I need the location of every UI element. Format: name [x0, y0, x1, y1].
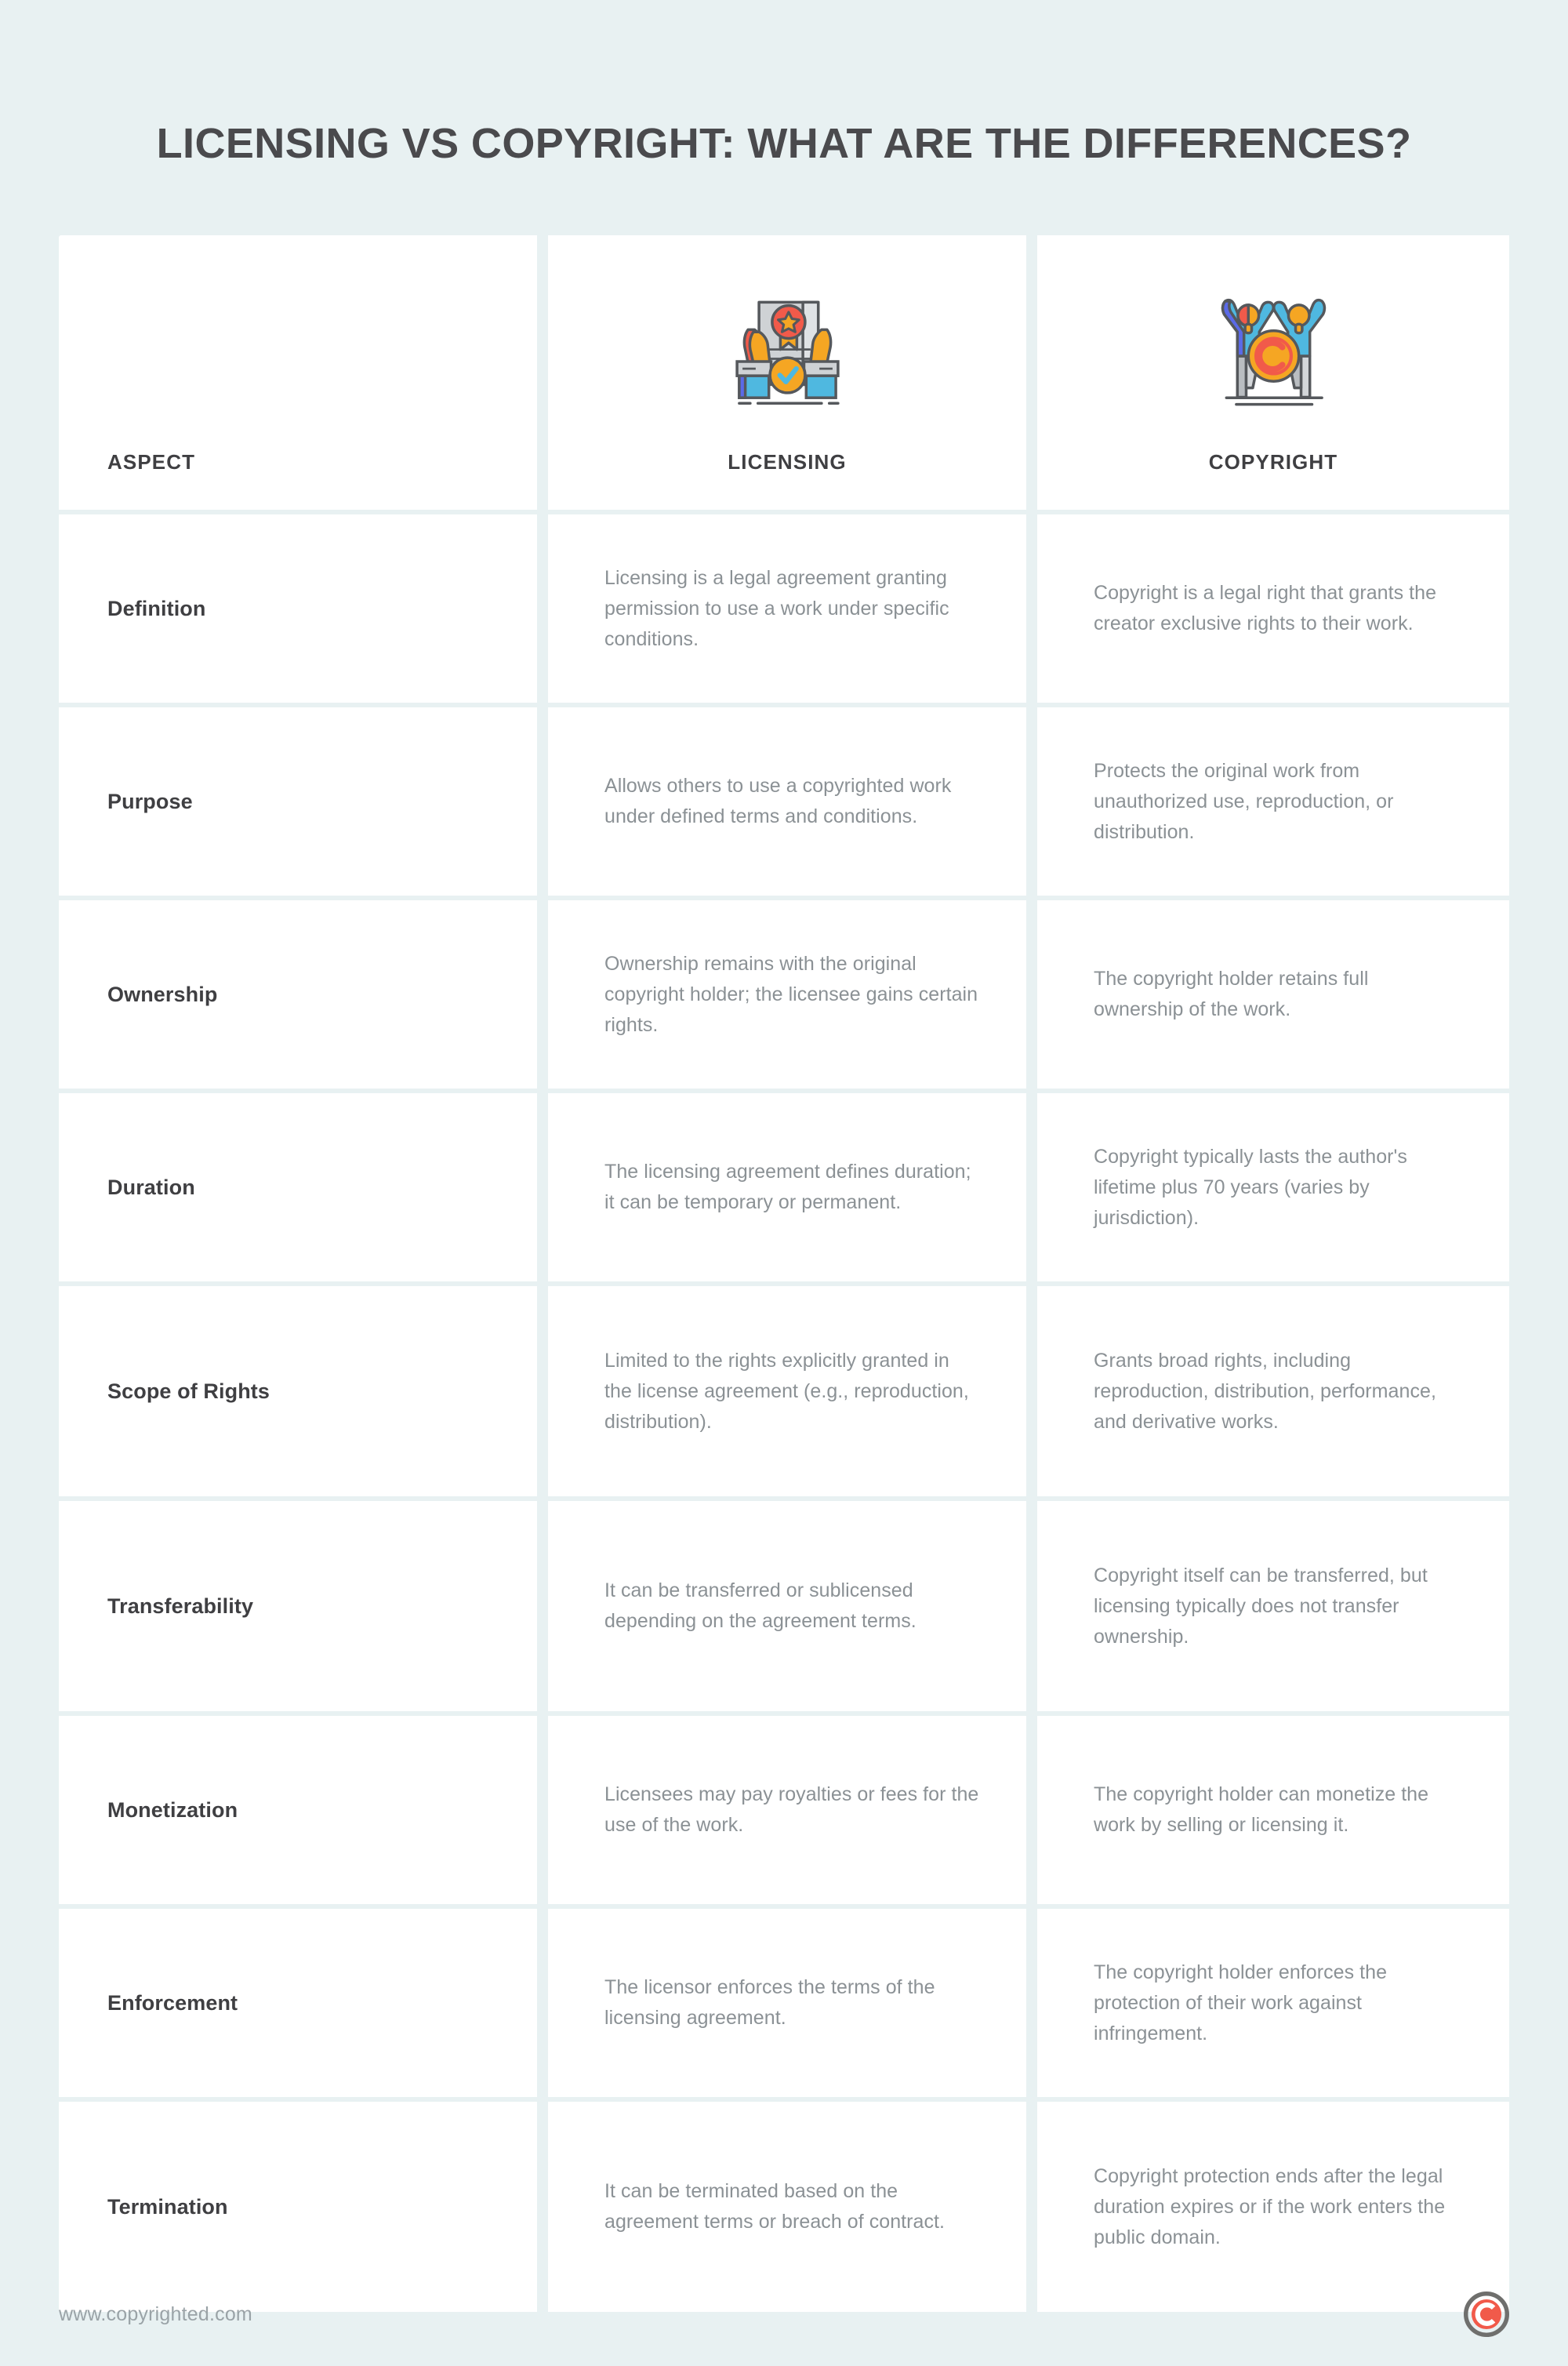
licensing-text: Limited to the rights explicitly granted… [604, 1349, 969, 1433]
row-licensing-cell: Limited to the rights explicitly granted… [548, 1286, 1026, 1496]
column-header-aspect: ASPECT [107, 450, 196, 474]
copyright-text: Copyright itself can be transferred, but… [1094, 1564, 1428, 1648]
table-row: Termination It can be terminated based o… [59, 2102, 1509, 2312]
table-row: Purpose Allows others to use a copyright… [59, 707, 1509, 896]
certificate-in-hands-icon [697, 273, 877, 422]
row-aspect-cell: Ownership [59, 900, 537, 1089]
aspect-label: Ownership [107, 982, 218, 1006]
aspect-label: Scope of Rights [107, 1379, 270, 1403]
table-row: Enforcement The licensor enforces the te… [59, 1909, 1509, 2097]
column-header-copyright: COPYRIGHT [1208, 450, 1338, 474]
copyrighted-logo-icon[interactable] [1464, 2291, 1509, 2337]
table-row: Duration The licensing agreement defines… [59, 1093, 1509, 1281]
copyright-text: Protects the original work from unauthor… [1094, 759, 1394, 843]
row-copyright-cell: Copyright itself can be transferred, but… [1037, 1501, 1509, 1711]
comparison-table: ASPECT LICENSING COPYRIGHT Definition Li… [59, 235, 1509, 2312]
licensing-header-inner: LICENSING [548, 235, 1026, 510]
aspect-label: Definition [107, 596, 206, 620]
row-licensing-cell: Licensing is a legal agreement granting … [548, 514, 1026, 703]
header-cell-licensing: LICENSING [548, 235, 1026, 510]
licensing-text: Ownership remains with the original copy… [604, 952, 978, 1036]
row-aspect-cell: Duration [59, 1093, 537, 1281]
table-row: Definition Licensing is a legal agreemen… [59, 514, 1509, 703]
row-copyright-cell: Copyright protection ends after the lega… [1037, 2102, 1509, 2312]
row-licensing-cell: It can be terminated based on the agreem… [548, 2102, 1026, 2312]
row-copyright-cell: Copyright is a legal right that grants t… [1037, 514, 1509, 703]
copyright-text: Copyright typically lasts the author's l… [1094, 1145, 1407, 1229]
copyright-text: Copyright is a legal right that grants t… [1094, 582, 1437, 634]
copyright-text: The copyright holder retains full owners… [1094, 968, 1369, 1020]
row-copyright-cell: The copyright holder enforces the protec… [1037, 1909, 1509, 2097]
row-aspect-cell: Scope of Rights [59, 1286, 537, 1496]
licensing-text: It can be terminated based on the agreem… [604, 2180, 946, 2233]
header-cell-aspect: ASPECT [59, 235, 537, 510]
copyright-text: Copyright protection ends after the lega… [1094, 2164, 1446, 2248]
row-licensing-cell: The licensing agreement defines duration… [548, 1093, 1026, 1281]
aspect-label: Purpose [107, 789, 193, 813]
copyright-text: Grants broad rights, including reproduct… [1094, 1349, 1436, 1433]
aspect-label: Enforcement [107, 1990, 238, 2015]
licensing-text: It can be transferred or sublicensed dep… [604, 1579, 916, 1632]
row-aspect-cell: Transferability [59, 1501, 537, 1711]
licensing-text: Licensing is a legal agreement granting … [604, 566, 949, 650]
row-aspect-cell: Termination [59, 2102, 537, 2312]
page-title: Licensing vs Copyright: What Are the Dif… [156, 120, 1412, 168]
licensing-text: Allows others to use a copyrighted work … [604, 775, 952, 827]
copyright-text: The copyright holder enforces the protec… [1094, 1961, 1388, 2044]
copyright-header-inner: COPYRIGHT [1037, 235, 1509, 510]
table-row: Monetization Licensees may pay royalties… [59, 1716, 1509, 1904]
table-row: Ownership Ownership remains with the ori… [59, 900, 1509, 1089]
page-title-container: Licensing vs Copyright: What Are the Dif… [0, 93, 1568, 196]
licensing-text: Licensees may pay royalties or fees for … [604, 1783, 979, 1836]
table-row: Transferability It can be transferred or… [59, 1501, 1509, 1711]
infographic-page: Licensing vs Copyright: What Are the Dif… [0, 0, 1568, 2366]
table-row: Scope of Rights Limited to the rights ex… [59, 1286, 1509, 1496]
row-copyright-cell: The copyright holder retains full owners… [1037, 900, 1509, 1089]
copyright-text: The copyright holder can monetize the wo… [1094, 1783, 1429, 1836]
row-licensing-cell: The licensor enforces the terms of the l… [548, 1909, 1026, 2097]
footer: www.copyrighted.com [59, 2291, 1509, 2337]
header-cell-copyright: COPYRIGHT [1037, 235, 1509, 510]
column-header-licensing: LICENSING [728, 450, 847, 474]
row-copyright-cell: Grants broad rights, including reproduct… [1037, 1286, 1509, 1496]
row-copyright-cell: Protects the original work from unauthor… [1037, 707, 1509, 896]
row-aspect-cell: Purpose [59, 707, 537, 896]
aspect-label: Duration [107, 1175, 195, 1199]
licensing-text: The licensing agreement defines duration… [604, 1161, 971, 1213]
row-aspect-cell: Monetization [59, 1716, 537, 1904]
licensing-text: The licensor enforces the terms of the l… [604, 1976, 935, 2029]
row-aspect-cell: Definition [59, 514, 537, 703]
row-licensing-cell: It can be transferred or sublicensed dep… [548, 1501, 1026, 1711]
row-aspect-cell: Enforcement [59, 1909, 537, 2097]
row-copyright-cell: The copyright holder can monetize the wo… [1037, 1716, 1509, 1904]
row-licensing-cell: Ownership remains with the original copy… [548, 900, 1026, 1089]
aspect-label: Monetization [107, 1797, 238, 1822]
row-licensing-cell: Allows others to use a copyrighted work … [548, 707, 1026, 896]
aspect-label: Transferability [107, 1594, 254, 1618]
row-copyright-cell: Copyright typically lasts the author's l… [1037, 1093, 1509, 1281]
table-header-row: ASPECT LICENSING COPYRIGHT [59, 235, 1509, 510]
footer-website-url[interactable]: www.copyrighted.com [59, 2303, 252, 2326]
row-licensing-cell: Licensees may pay royalties or fees for … [548, 1716, 1026, 1904]
people-celebrating-copyright-icon [1183, 273, 1363, 422]
aspect-label: Termination [107, 2194, 228, 2219]
